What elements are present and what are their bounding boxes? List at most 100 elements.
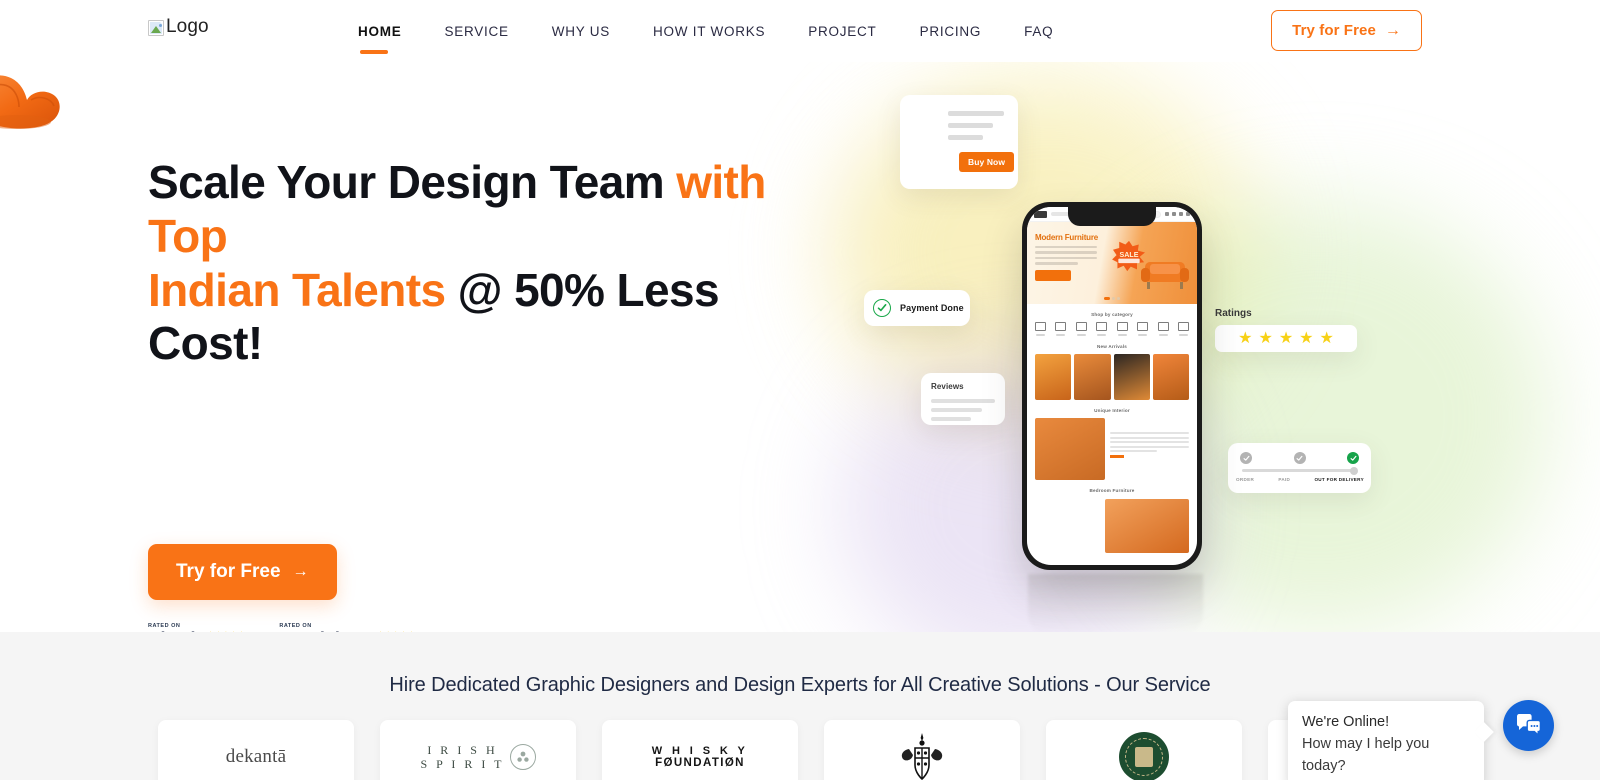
shelf-icon (1116, 322, 1128, 331)
ratings-label: Ratings (1215, 308, 1252, 319)
sale-text: SALE (1120, 251, 1139, 259)
phone-hero-title: Modern Furniture (1035, 233, 1099, 242)
delivery-step-labels: ORDER PAID OUT FOR DELIVERY (1236, 477, 1364, 482)
phone-feature-link[interactable] (1110, 455, 1124, 458)
nav-item-service[interactable]: SERVICE (445, 24, 509, 39)
nav-item-project[interactable]: PROJECT (808, 24, 876, 39)
broken-image-icon (148, 20, 164, 36)
client-logo-card-irish-spirit[interactable]: I R I S H S P I R I T (380, 720, 576, 780)
payment-done-label: Payment Done (900, 303, 964, 313)
nav-label: HOME (358, 23, 402, 39)
phone-carousel-dots[interactable] (1104, 297, 1120, 300)
user-icon (1165, 212, 1169, 216)
phone-category-item (1096, 322, 1108, 336)
step-label-out-for-delivery: OUT FOR DELIVERY (1314, 477, 1364, 482)
phone-category-row (1027, 322, 1197, 336)
phone-category-item (1075, 322, 1087, 336)
star-icon: ★ (1278, 329, 1294, 347)
phone-screen: Modern Furniture SALE Shop by category N… (1027, 207, 1197, 565)
star-icon: ★ (1238, 329, 1253, 347)
royal-crest-icon (901, 733, 943, 780)
step-label-paid: PAID (1278, 477, 1291, 482)
delivery-steps (1240, 452, 1359, 464)
table-icon (1157, 322, 1169, 331)
step-check-icon-order (1240, 452, 1252, 464)
phone-mockup: Modern Furniture SALE Shop by category N… (1022, 202, 1202, 570)
phone-sofa-image (1141, 262, 1189, 289)
chat-greeting-message: How may I help you today? (1302, 736, 1430, 774)
delivery-status-card: ORDER PAID OUT FOR DELIVERY (1228, 443, 1371, 493)
phone-category-item (1177, 322, 1189, 336)
nav-item-faq[interactable]: FAQ (1024, 24, 1053, 39)
star-icon: ★ (1258, 329, 1273, 347)
phone-site-logo-icon (1034, 210, 1047, 218)
chair-icon (1075, 322, 1087, 331)
heart-icon (1172, 212, 1176, 216)
main-nav: HOME SERVICE WHY US HOW IT WORKS PROJECT… (358, 0, 1053, 62)
phone-category-item (1035, 322, 1046, 336)
nav-item-pricing[interactable]: PRICING (920, 24, 982, 39)
phone-hero-text (1035, 246, 1097, 268)
chat-online-status: We're Online! (1302, 714, 1390, 730)
phone-topbar-icons (1165, 212, 1190, 216)
ratings-card: ★ ★ ★ ★ ★ (1215, 325, 1357, 352)
star-icon: ★ (1319, 329, 1334, 347)
phone-category-item (1116, 322, 1128, 336)
hero-section: Scale Your Design Team with Top Indian Ta… (0, 62, 1600, 632)
menu-icon (1186, 212, 1190, 216)
nav-item-how-it-works[interactable]: HOW IT WORKS (653, 24, 765, 39)
phone-section-unique: Unique Interior (1094, 408, 1130, 413)
delivery-progress-track (1242, 466, 1358, 475)
phone-feature-image (1035, 418, 1105, 480)
chat-launcher-button[interactable] (1503, 700, 1554, 751)
arrow-right-icon: → (1384, 21, 1401, 39)
progress-knob (1350, 466, 1358, 475)
irish-seal-icon (509, 744, 536, 770)
phone-product-tile (1113, 354, 1150, 400)
phone-product-tile (1074, 354, 1111, 400)
buy-now-button[interactable]: Buy Now (959, 152, 1015, 172)
hero-illustration: Buy Now Payment Done Reviews Ratings ★ ★… (0, 62, 1600, 632)
landing-page: Logo HOME SERVICE WHY US HOW IT WORKS PR… (0, 0, 1600, 780)
client-logo-card-whisky-foundation[interactable]: W H I S K Y FØUNDATIØN (602, 720, 798, 780)
client-logo-card-green-seal[interactable] (1046, 720, 1242, 780)
phone-section-category: Shop by category (1091, 312, 1133, 317)
service-section-title: Hire Dedicated Graphic Designers and Des… (389, 674, 1211, 696)
client-logo-card-dekanta[interactable]: dekantā (158, 720, 354, 780)
client-logo-label: dekantā (225, 746, 287, 767)
header-cta-label: Try for Free (1292, 22, 1376, 39)
phone-shop-now-button[interactable] (1035, 270, 1071, 281)
phone-product-tile (1152, 354, 1189, 400)
orange-armchair-image (0, 75, 60, 129)
rug-icon (1177, 322, 1189, 331)
client-logo-card-royal-crest[interactable] (824, 720, 1020, 780)
nav-item-home[interactable]: HOME (358, 23, 402, 54)
phone-reflection (1028, 574, 1203, 632)
product-text-placeholder (948, 111, 1004, 147)
client-logo-label: I R I S H S P I R I T (420, 743, 505, 771)
green-seal-icon (1119, 732, 1169, 780)
sofa-icon (1035, 322, 1046, 331)
phone-section-bedroom: Bedroom Furniture (1089, 488, 1135, 493)
phone-notch (1068, 207, 1156, 226)
cart-icon (1179, 212, 1183, 216)
reviews-card: Reviews (921, 373, 1005, 425)
phone-section-new: New Arrivals (1096, 344, 1128, 349)
phone-category-item (1055, 322, 1067, 336)
header-try-for-free-button[interactable]: Try for Free → (1271, 10, 1422, 51)
client-logo-label: W H I S K Y FØUNDATIØN (651, 745, 749, 769)
check-circle-icon (873, 299, 891, 317)
chat-bubbles-icon (1517, 714, 1542, 737)
phone-product-tile (1035, 354, 1072, 400)
step-label-order: ORDER (1236, 477, 1255, 482)
phone-hero-banner: Modern Furniture SALE (1027, 222, 1197, 304)
product-card: Buy Now (900, 95, 1018, 189)
nav-item-why-us[interactable]: WHY US (552, 24, 610, 39)
bed-icon (1055, 322, 1067, 331)
phone-feature-block (1027, 418, 1197, 480)
desk-icon (1137, 322, 1149, 331)
reviews-title: Reviews (931, 382, 964, 391)
star-icon: ★ (1299, 329, 1314, 347)
phone-feature-text (1110, 418, 1189, 480)
site-logo[interactable]: Logo (148, 17, 209, 36)
